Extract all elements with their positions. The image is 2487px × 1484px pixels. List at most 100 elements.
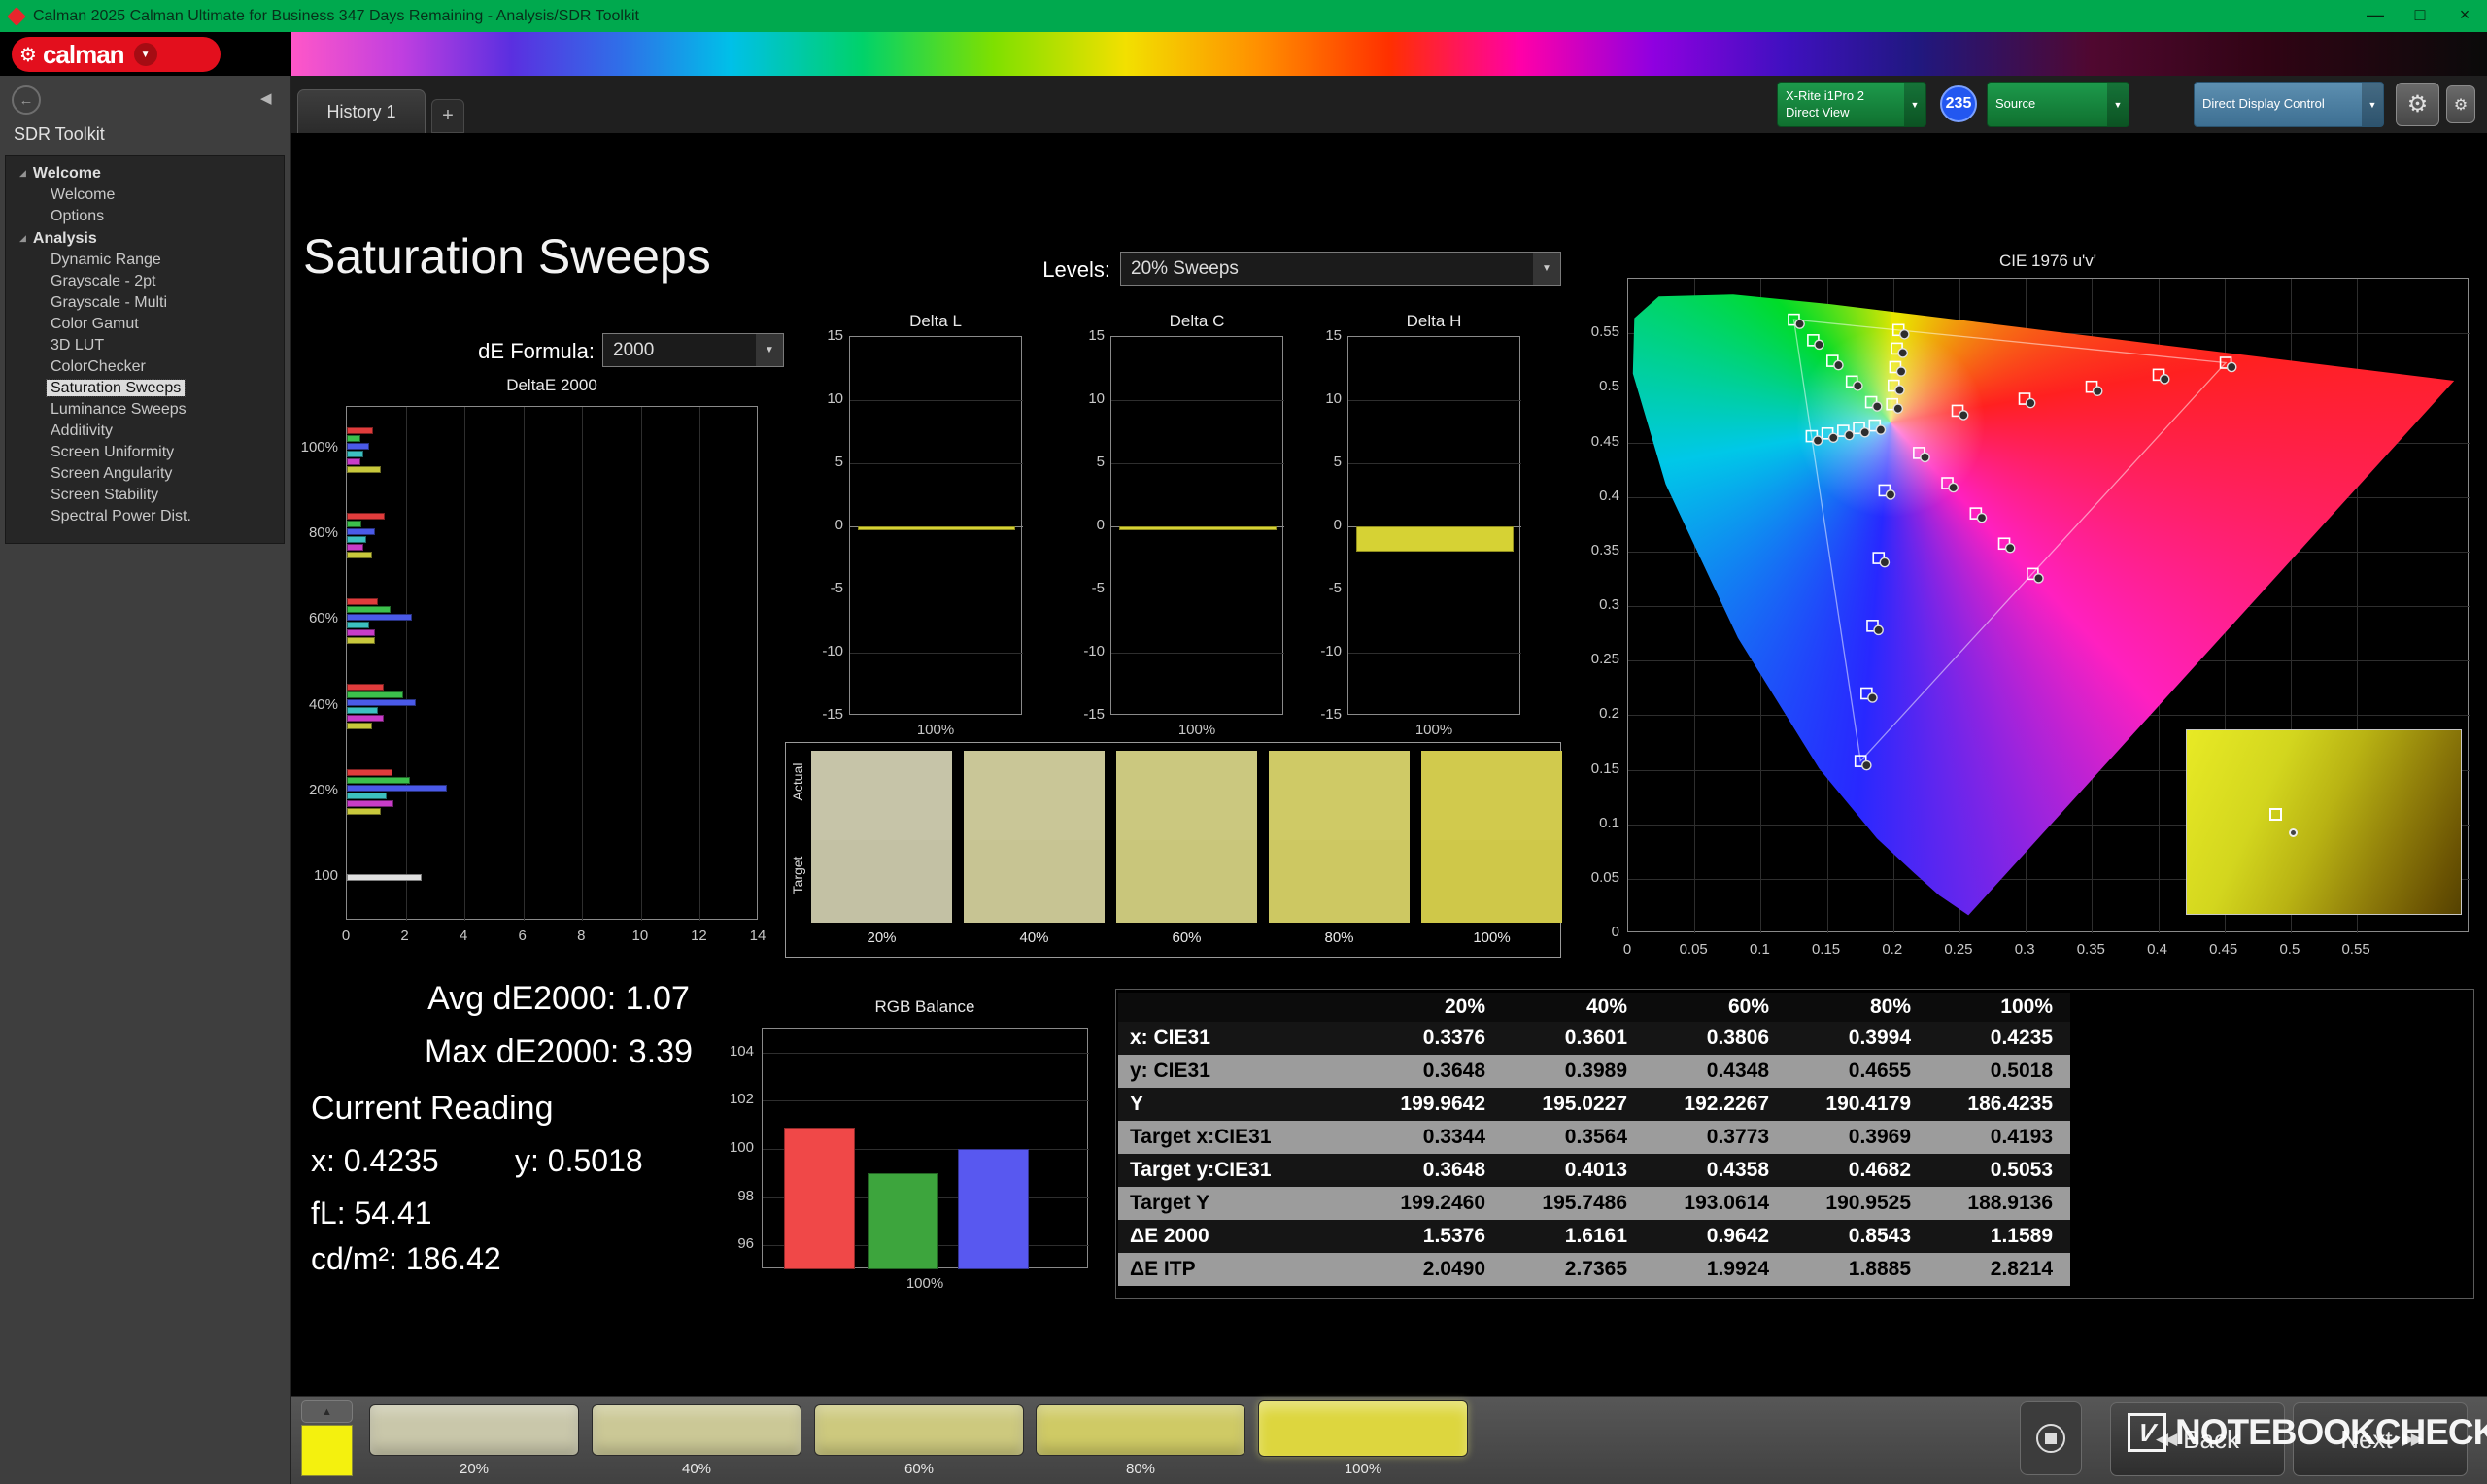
deltae-category-label: 100% [291, 439, 338, 458]
measured-point [1977, 514, 1986, 523]
saturation-patch-80%[interactable] [1036, 1404, 1245, 1456]
delta-ytick: -10 [1064, 643, 1105, 660]
minimize-button[interactable]: — [2353, 0, 2398, 32]
back-button[interactable]: ◀◀ Back [2110, 1402, 2285, 1476]
deltae-bar [347, 451, 363, 457]
tree-section-label: Analysis [33, 230, 97, 248]
tree-section-welcome[interactable]: ◢Welcome [6, 162, 284, 185]
settings-small-button[interactable]: ⚙ [2446, 85, 2475, 123]
sidebar-item-saturation-sweeps[interactable]: Saturation Sweeps [6, 378, 284, 399]
cie-ytick: 0.5 [1561, 378, 1619, 395]
expander-icon[interactable]: ◢ [19, 168, 26, 179]
cie-xtick: 0.35 [2061, 941, 2120, 959]
rainbow-strip [291, 32, 2487, 76]
gridline [1348, 653, 1521, 654]
sidebar-item-spectral-power-dist[interactable]: Spectral Power Dist. [6, 506, 284, 527]
sidebar-item-welcome[interactable]: Welcome [6, 185, 284, 206]
levels-select[interactable]: 20% Sweeps ▼ [1120, 252, 1561, 286]
back-button[interactable]: ← [12, 85, 41, 115]
sidebar-item-label: Spectral Power Dist. [47, 508, 195, 524]
next-button[interactable]: Next ▶▶ [2293, 1402, 2468, 1476]
swatch-level-label: 60% [1116, 929, 1257, 951]
sidebar-item-screen-stability[interactable]: Screen Stability [6, 485, 284, 506]
saturation-patch-20%[interactable] [369, 1404, 579, 1456]
table-row-label: Target x:CIE31 [1118, 1121, 1359, 1154]
saturation-patch-60%[interactable] [814, 1404, 1024, 1456]
sidebar-item-label: Grayscale - 2pt [47, 273, 159, 289]
inset-measured-point [2289, 828, 2298, 837]
tab-history-1[interactable]: History 1 [297, 89, 426, 133]
deltae-bar [347, 435, 360, 442]
meter-dropdown[interactable]: X-Rite i1Pro 2 Direct View ▼ [1777, 82, 1926, 127]
sidebar-item-grayscale-multi[interactable]: Grayscale - Multi [6, 292, 284, 314]
tree-section-analysis[interactable]: ◢ Analysis [6, 227, 284, 250]
de-formula-select[interactable]: 2000 ▼ [602, 333, 784, 367]
collapse-sidebar-icon[interactable]: ◀ [260, 89, 272, 107]
pattern-window-button[interactable] [2020, 1401, 2082, 1475]
saturation-patch-40%[interactable] [592, 1404, 801, 1456]
sidebar-item-label: 3D LUT [47, 337, 108, 354]
delta-plot-delta-c [1110, 336, 1283, 715]
sidebar-item-grayscale-2pt[interactable]: Grayscale - 2pt [6, 271, 284, 292]
table-row-y-cie31: y: CIE310.36480.39890.43480.46550.5018 [1118, 1055, 2070, 1088]
deltae-bar [347, 785, 447, 792]
sidebar-item-luminance-sweeps[interactable]: Luminance Sweeps [6, 399, 284, 421]
table-row-label: x: CIE31 [1118, 1022, 1359, 1055]
saturation-patch-100%[interactable] [1258, 1400, 1468, 1457]
table-cell: 0.4655 [1785, 1055, 1926, 1088]
deltae-bar [347, 443, 369, 450]
table-cell: 0.3806 [1643, 1022, 1785, 1055]
delta-ytick: 0 [1064, 517, 1105, 534]
expander-icon[interactable]: ◢ [19, 233, 26, 244]
meter-count-badge[interactable]: 235 [1940, 85, 1977, 122]
add-tab-button[interactable]: + [431, 99, 464, 133]
tab-bar: History 1 + X-Rite i1Pro 2 Direct View ▼… [291, 76, 2487, 133]
logo-menu-chevron-icon[interactable]: ▼ [134, 43, 157, 66]
gridline [641, 407, 642, 921]
tab-label: History 1 [326, 102, 395, 122]
table-cell: 0.4348 [1643, 1055, 1785, 1088]
sidebar-item-screen-angularity[interactable]: Screen Angularity [6, 463, 284, 485]
sidebar-item-dynamic-range[interactable]: Dynamic Range [6, 250, 284, 271]
source-dropdown[interactable]: Source ▼ [1987, 82, 2129, 127]
table-cell: 188.9136 [1926, 1187, 2068, 1220]
delta-ytick: -15 [802, 706, 843, 724]
swatch-level-label: 40% [964, 929, 1105, 951]
sidebar-item-screen-uniformity[interactable]: Screen Uniformity [6, 442, 284, 463]
measured-point [1873, 402, 1882, 411]
deltae-bar [347, 466, 381, 473]
maximize-button[interactable]: □ [2398, 0, 2442, 32]
gridline [763, 1053, 1089, 1054]
swatch-level-label: 100% [1421, 929, 1562, 951]
chevron-down-icon: ▼ [2107, 83, 2129, 126]
cie-ytick: 0.55 [1561, 323, 1619, 341]
deltae-xtick: 0 [326, 928, 365, 945]
delta-plot-delta-l [849, 336, 1022, 715]
sidebar-item-options[interactable]: Options [6, 206, 284, 227]
calman-logo[interactable]: ⚙ calman ▼ [12, 37, 221, 72]
table-cell: 0.3994 [1785, 1022, 1926, 1055]
sidebar-item-color-gamut[interactable]: Color Gamut [6, 314, 284, 335]
cie-xtick: 0.2 [1863, 941, 1922, 959]
rgb-bar-blue [958, 1149, 1029, 1269]
measured-point [2006, 544, 2015, 553]
sidebar-item-3d-lut[interactable]: 3D LUT [6, 335, 284, 356]
active-color-swatch[interactable] [301, 1425, 353, 1476]
gridline [1348, 400, 1521, 401]
sidebar-item-colorchecker[interactable]: ColorChecker [6, 356, 284, 378]
delta-c-xlabel: 100% [1110, 722, 1283, 738]
settings-button[interactable]: ⚙ [2396, 83, 2439, 126]
table-row-e-2000: ΔE 20001.53761.61610.96420.85431.1589 [1118, 1220, 2070, 1253]
deltae-bar [347, 793, 387, 799]
display-control-dropdown[interactable]: Direct Display Control ▼ [2194, 82, 2384, 127]
target-swatch-40% [964, 840, 1105, 923]
patch-panel-handle[interactable]: ▲ [301, 1400, 353, 1423]
deltae-bar [347, 458, 360, 465]
measured-point [2034, 574, 2043, 583]
sidebar-item-additivity[interactable]: Additivity [6, 421, 284, 442]
close-button[interactable]: × [2442, 0, 2487, 32]
swatch-level-label: 80% [1269, 929, 1410, 951]
measured-point [1949, 483, 1958, 491]
pattern-icon [2036, 1424, 2065, 1453]
deltae-xtick: 14 [738, 928, 777, 945]
